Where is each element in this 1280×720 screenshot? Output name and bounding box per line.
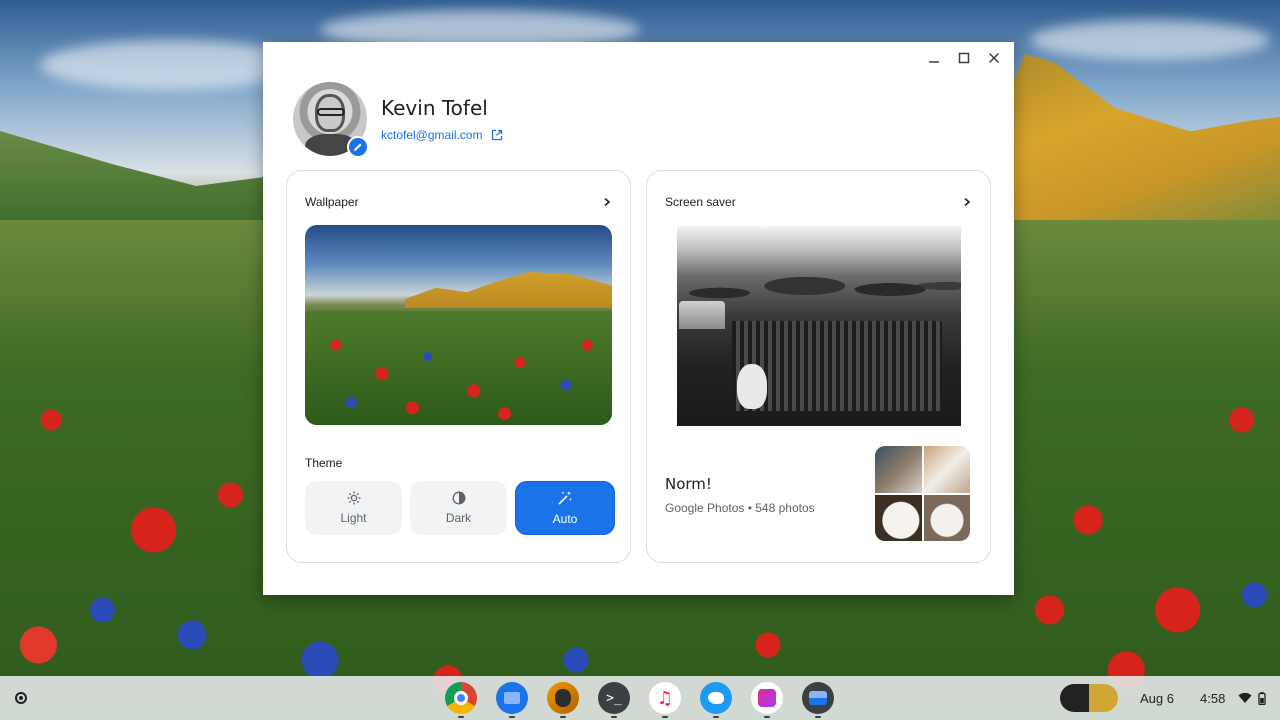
screensaver-title: Screen saver (665, 195, 736, 209)
profile-text: Kevin Tofel kctofel@gmail.com (381, 96, 503, 142)
time-text: 4:58 (1200, 690, 1226, 706)
holding-space-button[interactable] (1060, 684, 1118, 712)
auto-magic-icon (558, 491, 572, 505)
edit-avatar-button[interactable] (347, 136, 369, 158)
album-title: Norm! (665, 475, 712, 493)
close-button[interactable] (982, 50, 1006, 66)
avatar-glasses (317, 108, 345, 116)
launcher-icon (15, 692, 27, 704)
theme-light-label: Light (340, 511, 367, 525)
theme-dark-label: Dark (445, 511, 472, 525)
album-thumbnail (875, 494, 922, 541)
preview-mountain (405, 272, 612, 308)
chevron-right-icon (962, 197, 972, 207)
music-glyph: ♫ (656, 687, 674, 709)
date-text: Aug 6 (1140, 690, 1174, 706)
wallpaper-icon[interactable] (802, 682, 834, 718)
avatar-app-icon[interactable] (547, 682, 579, 718)
pencil-icon (354, 143, 362, 151)
album-thumbnail-grid[interactable] (875, 446, 970, 541)
screensaver-preview[interactable] (677, 226, 961, 426)
wallpaper-card: Wallpaper Theme Light Dark Auto (286, 170, 631, 563)
contrast-icon (452, 491, 465, 505)
twitter-icon[interactable] (700, 682, 732, 718)
screensaver-card: Screen saver Norm! Google Photos • 548 p… (646, 170, 991, 563)
profile-name: Kevin Tofel (381, 96, 488, 120)
album-subtitle: Google Photos • 548 photos (665, 501, 815, 515)
maximize-icon (958, 52, 970, 64)
minimize-button[interactable] (922, 50, 946, 66)
mountain-right (980, 54, 1280, 225)
shelf: >_ ♫ Aug 6 4:58 (0, 676, 1280, 720)
terminal-glyph: >_ (606, 690, 622, 706)
status-icons (1238, 691, 1266, 705)
album-thumbnail (923, 446, 970, 493)
sun-icon (347, 491, 360, 505)
date-tray[interactable]: Aug 6 (1129, 684, 1185, 712)
status-tray[interactable]: 4:58 (1192, 684, 1274, 712)
window-controls (922, 50, 1006, 66)
preview-grill (679, 301, 725, 329)
cloud (40, 40, 300, 90)
theme-label: Theme (305, 456, 343, 470)
launcher-button[interactable] (10, 687, 32, 709)
theme-dark-button[interactable]: Dark (410, 481, 507, 535)
minimize-icon (929, 61, 939, 63)
profile-email-link[interactable]: kctofel@gmail.com (381, 128, 483, 142)
avatar-container (293, 82, 369, 158)
shelf-apps: >_ ♫ (445, 682, 834, 718)
wallpaper-title: Wallpaper (305, 195, 359, 209)
cloud (1030, 20, 1270, 60)
album-thumbnail (875, 446, 922, 493)
profile-section: Kevin Tofel kctofel@gmail.com (293, 82, 503, 158)
chrome-icon[interactable] (445, 682, 477, 718)
theme-light-button[interactable]: Light (305, 481, 402, 535)
music-icon[interactable]: ♫ (649, 682, 681, 718)
photos-icon[interactable] (751, 682, 783, 718)
profile-email-row: kctofel@gmail.com (381, 128, 503, 142)
maximize-button[interactable] (952, 50, 976, 66)
open-external-icon[interactable] (491, 129, 503, 141)
screensaver-header[interactable]: Screen saver (665, 195, 972, 209)
wifi-icon (1238, 692, 1252, 703)
theme-auto-button[interactable]: Auto (515, 481, 615, 535)
files-icon[interactable] (496, 682, 528, 718)
preview-dog (737, 364, 767, 409)
chevron-right-icon (602, 197, 612, 207)
wallpaper-header[interactable]: Wallpaper (305, 195, 612, 209)
close-icon (988, 52, 1000, 64)
theme-auto-label: Auto (552, 512, 578, 526)
album-thumbnail (923, 494, 970, 541)
personalization-window: Kevin Tofel kctofel@gmail.com Wallpaper (263, 42, 1014, 595)
mountain-left (0, 131, 280, 230)
theme-buttons: Light Dark Auto (305, 481, 615, 535)
battery-icon (1258, 691, 1266, 705)
terminal-icon[interactable]: >_ (598, 682, 630, 718)
wallpaper-preview[interactable] (305, 225, 612, 425)
preview-flowers (305, 311, 612, 425)
